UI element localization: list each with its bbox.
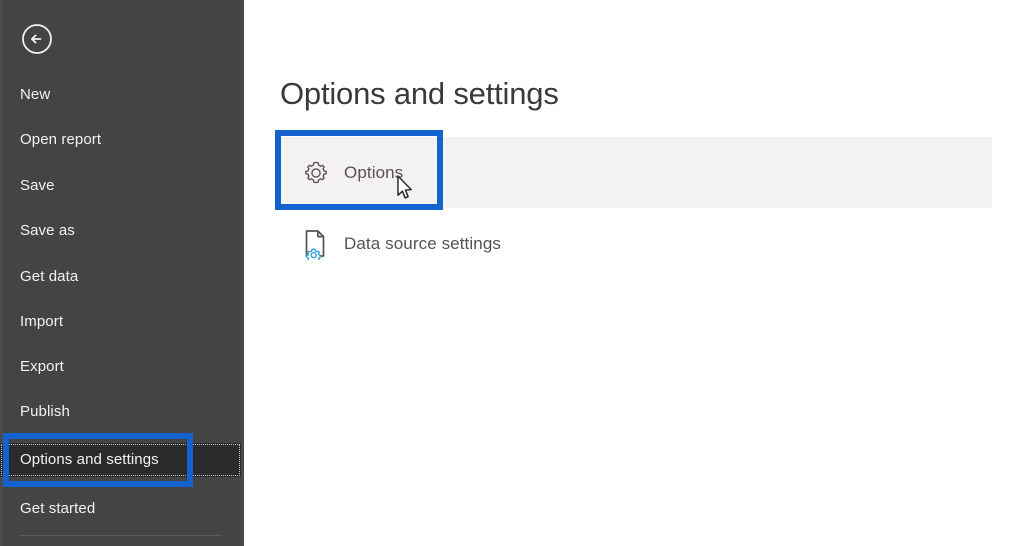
sidebar-item-label: Options and settings [20, 451, 159, 468]
sidebar-item-new[interactable]: New [0, 78, 241, 112]
data-source-settings-menu-row[interactable]: Data source settings [280, 208, 992, 279]
sidebar-item-publish[interactable]: Publish [0, 395, 241, 429]
sidebar-item-get-started[interactable]: Get started [0, 492, 241, 526]
sidebar-item-label: New [20, 86, 51, 103]
sidebar-item-import[interactable]: Import [0, 305, 241, 339]
sidebar-item-options-and-settings[interactable]: Options and settings [0, 443, 241, 477]
options-row-label: Options [344, 162, 404, 182]
sidebar-item-label: Get data [20, 268, 79, 285]
sidebar-item-label: Import [20, 313, 64, 330]
page-title: Options and settings [280, 76, 559, 111]
sidebar-item-label: Export [20, 358, 64, 375]
sidebar-item-save[interactable]: Save [0, 169, 241, 203]
sidebar-item-label: Open report [20, 131, 102, 148]
backstage-sidebar: New Open report Save Save as Get data Im… [0, 0, 244, 546]
sidebar-item-export[interactable]: Export [0, 350, 241, 384]
sidebar-item-label: Save [20, 177, 55, 194]
gear-icon [294, 158, 338, 188]
sidebar-item-label: Publish [20, 403, 70, 420]
sidebar-divider [20, 535, 222, 536]
sidebar-item-open-report[interactable]: Open report [0, 123, 241, 157]
sidebar-item-label: Save as [20, 222, 75, 239]
sidebar-item-save-as[interactable]: Save as [0, 214, 241, 248]
options-menu-row[interactable]: Options [280, 137, 992, 208]
sidebar-item-label: Get started [20, 500, 96, 517]
sidebar-item-get-data[interactable]: Get data [0, 260, 241, 294]
back-arrow-circle-icon[interactable] [20, 22, 54, 56]
backstage-content-pane: Options and settings Options Data source… [244, 0, 1024, 546]
data-source-settings-row-label: Data source settings [344, 233, 501, 253]
document-gear-icon [294, 228, 338, 260]
